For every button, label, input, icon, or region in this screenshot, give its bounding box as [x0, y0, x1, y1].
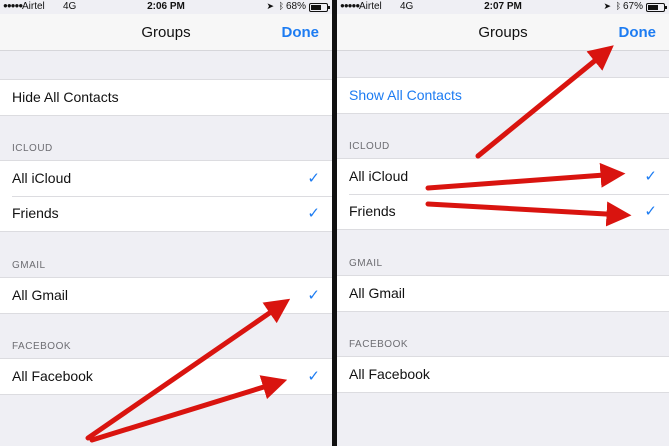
arrow-to-done-button [475, 45, 614, 159]
arrow-to-icloud-check [425, 162, 626, 191]
arrow-to-gmail-check [85, 298, 291, 441]
arrow-to-facebook-check [89, 375, 288, 443]
arrow-to-friends-check [425, 201, 632, 227]
annotation-arrows [85, 45, 632, 443]
